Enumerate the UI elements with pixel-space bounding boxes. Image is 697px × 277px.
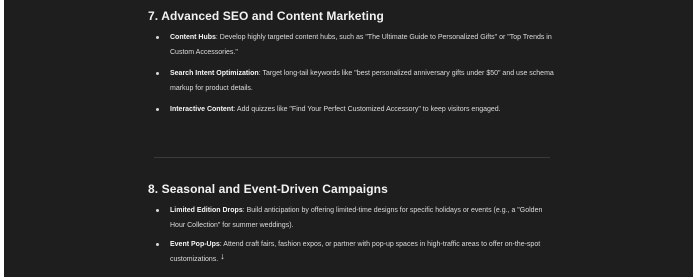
bullet-text: : Develop highly targeted content hubs, … xyxy=(170,34,552,56)
bullet-term: Interactive Content xyxy=(170,106,234,113)
arrow-down-icon[interactable]: ↓ xyxy=(220,252,225,261)
list-item: Limited Edition Drops: Build anticipatio… xyxy=(148,203,558,233)
section-divider xyxy=(154,157,550,158)
bullet-term: Limited Edition Drops xyxy=(170,207,243,214)
list-item: Interactive Content: Add quizzes like "F… xyxy=(148,102,558,117)
bullet-term: Search Intent Optimization xyxy=(170,70,259,77)
bullet-text: : Attend craft fairs, fashion expos, or … xyxy=(170,241,541,263)
section-heading: 8. Seasonal and Event-Driven Campaigns xyxy=(148,182,388,196)
chat-response-panel: 7. Advanced SEO and Content Marketing Co… xyxy=(4,0,693,277)
list-item: Content Hubs: Develop highly targeted co… xyxy=(148,30,558,60)
bullet-dot xyxy=(156,243,159,246)
section-advanced-seo: 7. Advanced SEO and Content Marketing Co… xyxy=(148,0,558,117)
list-item: Event Pop-Ups: Attend craft fairs, fashi… xyxy=(148,237,558,267)
response-content: 7. Advanced SEO and Content Marketing Co… xyxy=(148,0,558,263)
bullet-dot xyxy=(156,108,159,111)
bullet-dot xyxy=(156,209,159,212)
bullet-dot xyxy=(156,72,159,75)
list-item: Search Intent Optimization: Target long-… xyxy=(148,66,558,96)
screenshot-frame: 7. Advanced SEO and Content Marketing Co… xyxy=(0,0,697,277)
bullet-term: Content Hubs xyxy=(170,34,216,41)
bullet-list: Limited Edition Drops: Build anticipatio… xyxy=(148,203,558,267)
section-seasonal-campaigns: 8. Seasonal and Event-Driven Campaigns L… xyxy=(148,182,558,267)
bullet-term: Event Pop-Ups xyxy=(170,241,220,248)
bullet-list: Content Hubs: Develop highly targeted co… xyxy=(148,30,558,117)
section-heading: 7. Advanced SEO and Content Marketing xyxy=(148,9,384,23)
bullet-dot xyxy=(156,36,159,39)
bullet-text: : Add quizzes like "Find Your Perfect Cu… xyxy=(233,106,501,113)
